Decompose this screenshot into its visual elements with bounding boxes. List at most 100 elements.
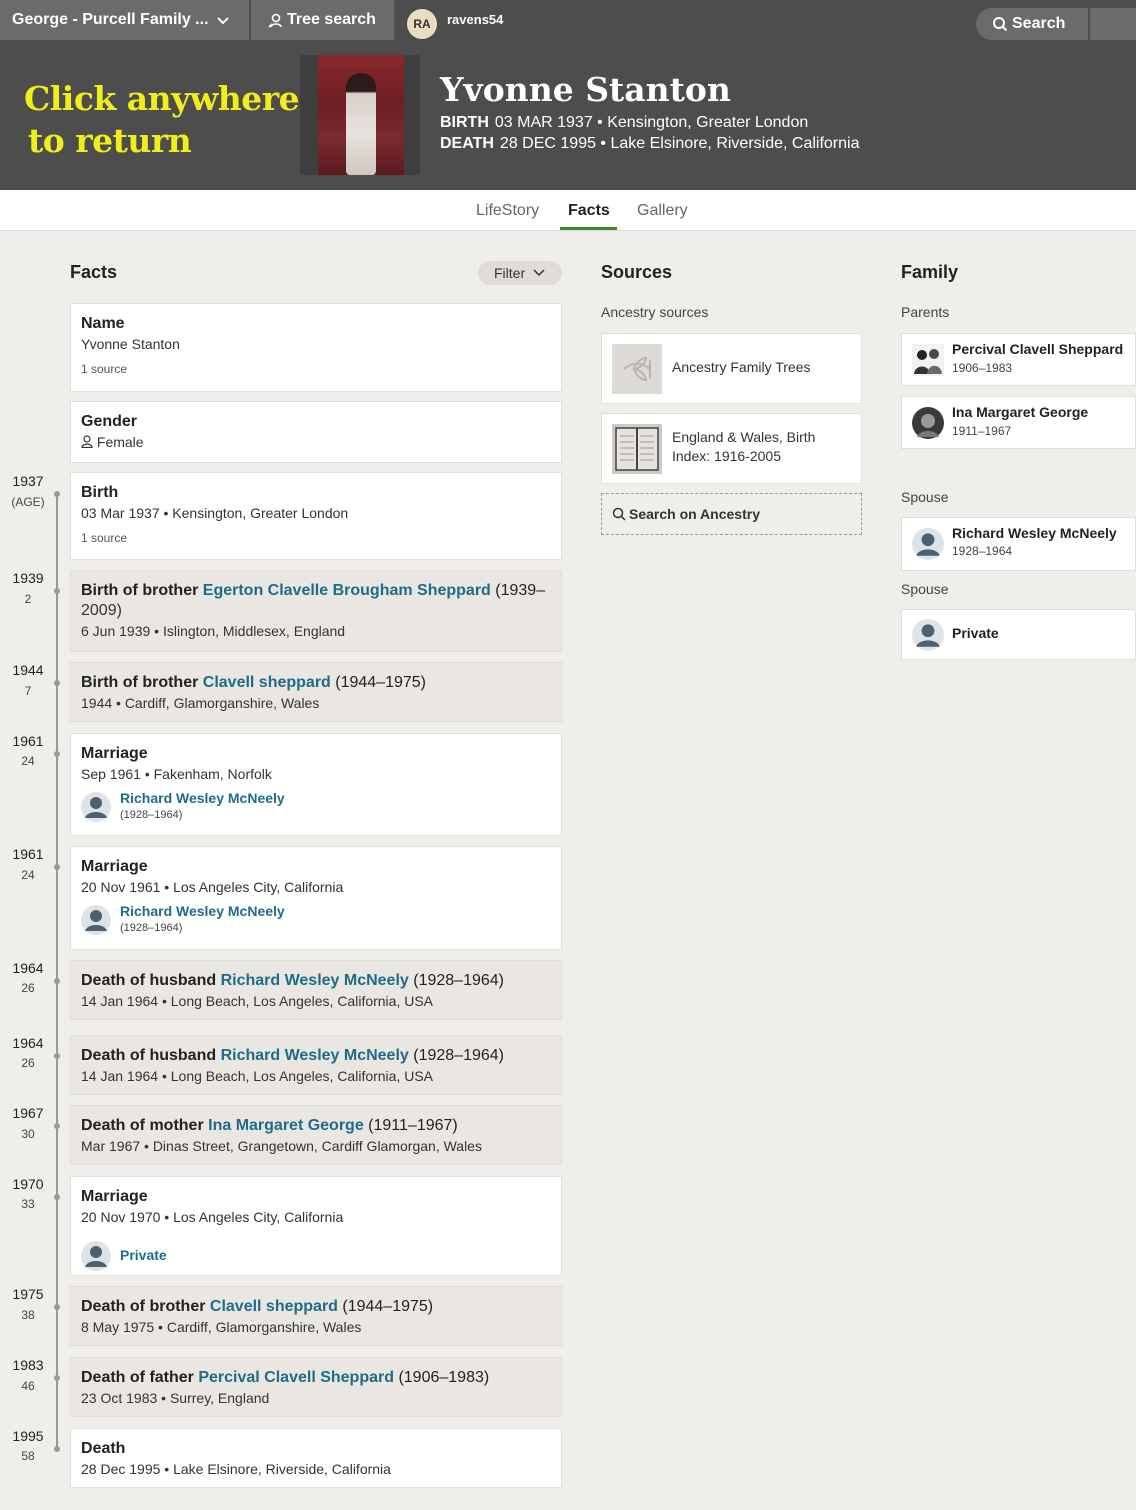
profile-tabs: LifeStory Facts Gallery [0,190,1136,231]
click-to-return-overlay[interactable]: Click anywhere to return [24,78,300,162]
person-avatar-icon [912,619,944,651]
user-avatar[interactable]: RA [407,9,437,39]
fact-card-brother-birth[interactable]: Birth of brother Clavell sheppard (1944–… [70,662,562,722]
fact-relation: Death of mother [81,1117,209,1134]
source-title-line-2: Index: 1916-2005 [672,448,781,464]
birth-label: BIRTH [440,114,489,131]
fact-card-father-death[interactable]: Death of father Percival Clavell Sheppar… [70,1357,562,1417]
person-photo-icon [912,344,944,376]
timeline-age: 7 [24,684,32,698]
family-member-father[interactable]: Percival Clavell Sheppard 1906–1983 [901,333,1136,386]
source-england-wales-birth-index[interactable]: England & Wales, Birth Index: 1916-2005 [601,413,862,484]
tab-lifestory[interactable]: LifeStory [476,202,539,220]
timeline-age: 33 [21,1197,35,1211]
timeline-year: 1961 [12,846,44,862]
fact-card-husband-death[interactable]: Death of husband Richard Wesley McNeely … [70,1035,562,1095]
parents-label: Parents [901,304,950,320]
spouse-label: Spouse [901,581,949,597]
search-button[interactable]: Search [976,8,1088,40]
source-ancestry-family-trees[interactable]: Ancestry Family Trees [601,333,862,404]
profile-photo[interactable] [300,55,420,175]
death-value: 28 DEC 1995 • Lake Elsinore, Riverside, … [499,135,860,152]
fact-card-marriage[interactable]: Marriage 20 Nov 1961 • Los Angeles City,… [70,846,562,950]
person-header: Click anywhere to return Yvonne Stanton … [0,40,1136,190]
spouse-link[interactable]: Richard Wesley McNeely [120,903,285,919]
fact-card-birth[interactable]: Birth 03 Mar 1937 • Kensington, Greater … [70,472,562,560]
birth-value: 03 MAR 1937 • Kensington, Greater London [494,114,809,131]
person-name: Yvonne Stanton [440,70,731,109]
tab-gallery[interactable]: Gallery [637,202,688,220]
timeline-year: 1967 [12,1105,44,1121]
spouse-years: (1928–1964) [120,922,183,934]
family-member-name: Percival Clavell Sheppard [952,341,1124,357]
timeline-year: 1983 [12,1357,44,1373]
relative-link[interactable]: Richard Wesley McNeely [221,972,409,989]
tree-search-button[interactable]: Tree search [251,0,394,40]
chevron-down-icon [533,269,545,277]
timeline-year: 1944 [12,662,44,678]
fact-card-name[interactable]: Name Yvonne Stanton 1 source [70,303,562,392]
facts-heading: Facts [70,262,118,282]
timeline-dot [54,751,60,757]
fact-relation: Birth of brother [81,582,203,599]
fact-card-brother-birth[interactable]: Birth of brother Egerton Clavelle Brough… [70,570,562,652]
fact-card-marriage[interactable]: Marriage Sep 1961 • Fakenham, Norfolk Ri… [70,733,562,836]
relative-link[interactable]: Egerton Clavelle Brougham Sheppard [203,582,491,599]
timeline-age: 46 [21,1379,35,1393]
relative-link[interactable]: Clavell sheppard [210,1298,338,1315]
fact-card-brother-death[interactable]: Death of brother Clavell sheppard (1944–… [70,1286,562,1346]
timeline-age: 26 [21,981,35,995]
fact-card-marriage[interactable]: Marriage 20 Nov 1970 • Los Angeles City,… [70,1176,562,1276]
timeline-dot [54,978,60,984]
relative-link[interactable]: Percival Clavell Sheppard [198,1369,394,1386]
fact-card-mother-death[interactable]: Death of mother Ina Margaret George (191… [70,1105,562,1165]
relative-years: (1911–1967) [363,1117,458,1134]
username[interactable]: ravens54 [447,12,503,27]
family-member-spouse[interactable]: Richard Wesley McNeely 1928–1964 [901,517,1136,571]
tree-name: George - Purcell Family ... [12,11,209,28]
fact-detail: 14 Jan 1964 • Long Beach, Los Angeles, C… [81,993,434,1009]
family-member-spouse[interactable]: Private [901,609,1136,660]
fact-title: Birth of brother Clavell sheppard (1944–… [81,673,551,693]
source-title-line-1: England & Wales, Birth [672,429,816,445]
spouse-row[interactable]: Private [81,1239,551,1273]
relative-link[interactable]: Clavell sheppard [203,674,331,691]
fact-title: Death of husband Richard Wesley McNeely … [81,1046,551,1066]
fact-detail: 1944 • Cardiff, Glamorganshire, Wales [81,695,320,711]
tab-facts[interactable]: Facts [568,202,610,220]
spouse-row[interactable]: Richard Wesley McNeely (1928–1964) [81,790,551,824]
filter-label: Filter [494,265,526,281]
filter-button[interactable]: Filter [478,261,562,285]
search-icon [993,17,1008,32]
family-heading: Family [901,262,959,282]
fact-title: Birth of brother Egerton Clavelle Brough… [81,581,551,601]
relative-link[interactable]: Ina Margaret George [208,1117,364,1134]
topbar-extra-button[interactable] [1090,8,1136,40]
timeline-age: 24 [21,868,35,882]
female-person-icon [81,435,93,449]
timeline-age: (AGE) [11,495,45,509]
tree-selector-dropdown[interactable]: George - Purcell Family ... [0,0,249,40]
family-tree-leaf-icon [612,344,662,394]
spouse-row[interactable]: Richard Wesley McNeely (1928–1964) [81,903,551,937]
fact-card-death[interactable]: Death 28 Dec 1995 • Lake Elsinore, River… [70,1428,562,1488]
timeline-dot [54,1375,60,1381]
source-count[interactable]: 1 source [81,362,551,376]
source-count[interactable]: 1 source [81,531,551,545]
fact-title: Death [81,1440,126,1457]
fact-card-husband-death[interactable]: Death of husband Richard Wesley McNeely … [70,960,562,1020]
timeline-year: 1937 [12,473,44,489]
spouse-link[interactable]: Richard Wesley McNeely [120,790,285,806]
timeline-dot [54,491,60,497]
family-member-name: Private [952,625,999,641]
fact-title: Marriage [81,1188,148,1205]
death-summary: DEATH 28 DEC 1995 • Lake Elsinore, Rivers… [440,135,859,153]
relative-link[interactable]: Richard Wesley McNeely [221,1047,409,1064]
sources-heading: Sources [601,262,673,282]
ancestry-sources-label: Ancestry sources [601,304,709,320]
search-on-ancestry-button[interactable]: Search on Ancestry [601,493,862,535]
spouse-link[interactable]: Private [120,1247,167,1263]
family-member-mother[interactable]: Ina Margaret George 1911–1967 [901,396,1136,449]
fact-card-gender[interactable]: Gender Female [70,401,562,463]
source-title: England & Wales, Birth Index: 1916-2005 [672,428,815,466]
